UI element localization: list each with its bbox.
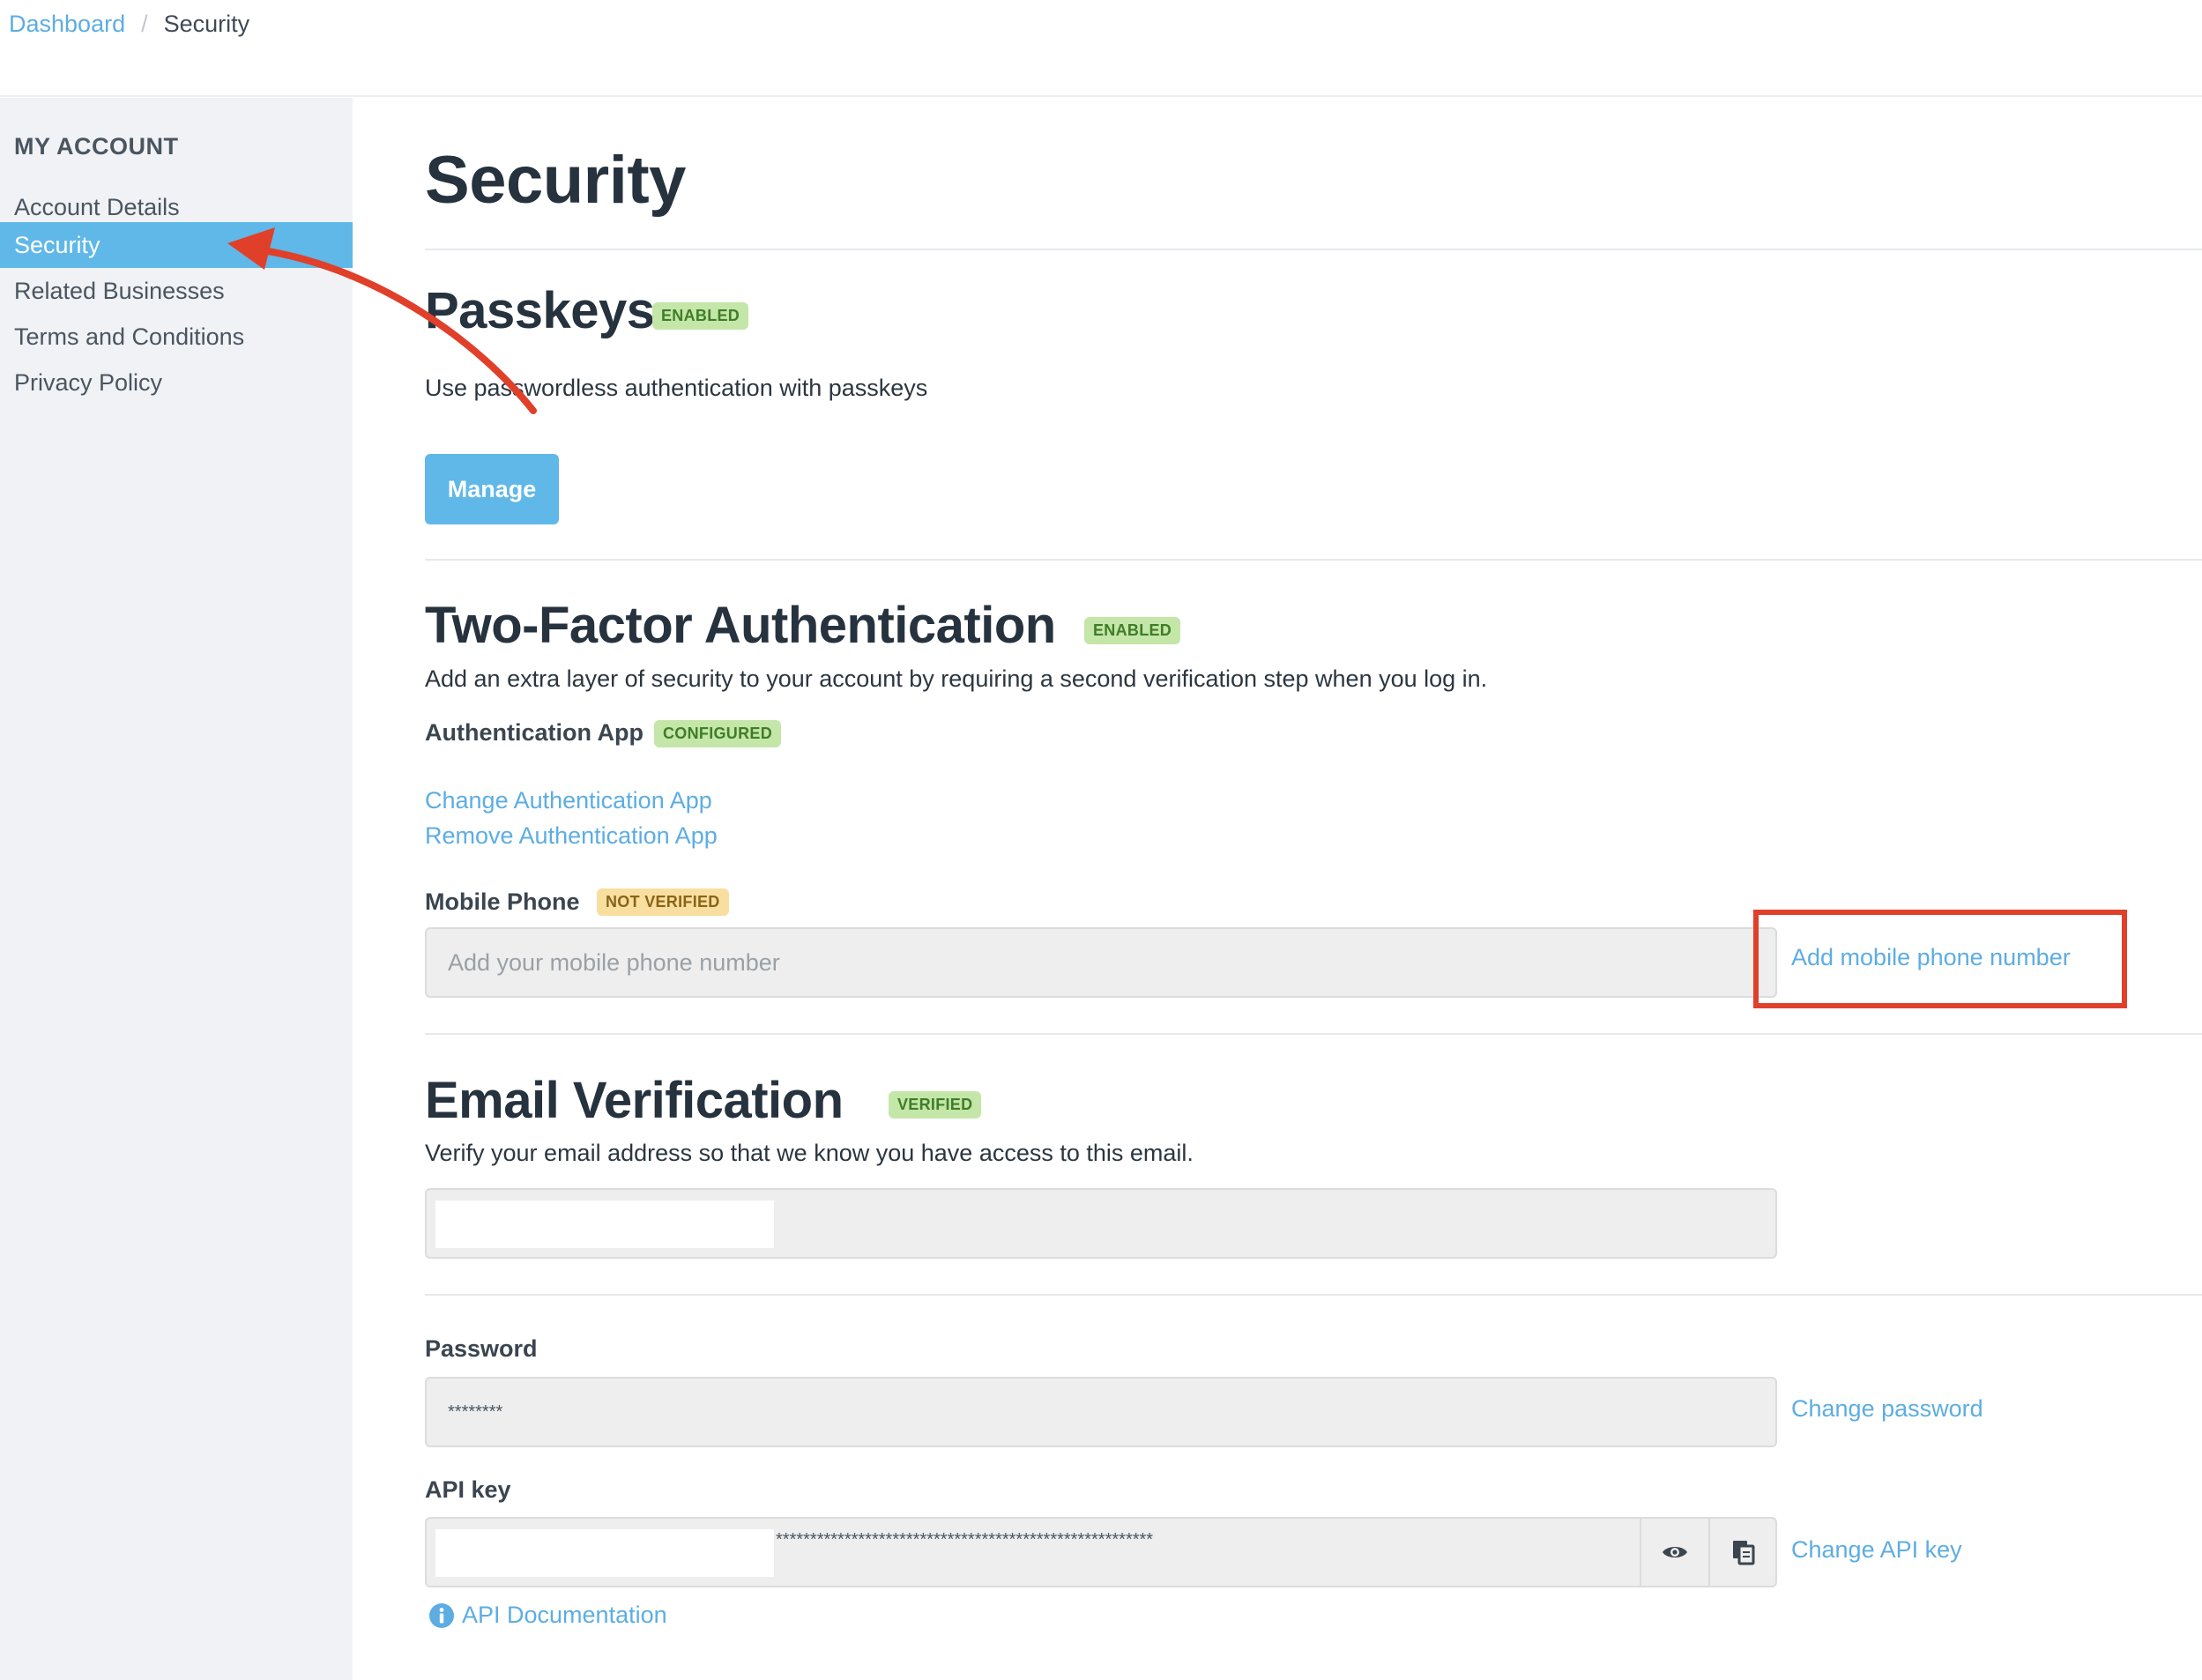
two-factor-description: Add an extra layer of security to your a… <box>425 665 1488 692</box>
eye-icon <box>1663 1547 1687 1557</box>
change-auth-app-link[interactable]: Change Authentication App <box>425 787 712 814</box>
password-value: ******** <box>448 1402 503 1422</box>
sidebar-heading: MY ACCOUNT <box>14 133 179 160</box>
page-title: Security <box>425 143 686 218</box>
two-factor-title: Two-Factor Authentication <box>425 597 1056 654</box>
breadcrumb-separator: / <box>141 11 148 37</box>
auth-app-status-badge: CONFIGURED <box>654 720 781 747</box>
breadcrumb-dashboard-link[interactable]: Dashboard <box>9 11 125 38</box>
mobile-phone-input[interactable] <box>448 929 1775 997</box>
api-key-label: API key <box>425 1476 511 1503</box>
change-api-key-link[interactable]: Change API key <box>1791 1536 1962 1564</box>
api-documentation-label: API Documentation <box>462 1602 667 1628</box>
sidebar-item-privacy[interactable]: Privacy Policy <box>0 360 353 405</box>
divider <box>425 249 2202 250</box>
top-bar: Dashboard / Security <box>0 0 2202 97</box>
email-field[interactable] <box>425 1188 1777 1259</box>
passkeys-status-badge: ENABLED <box>652 302 749 330</box>
passkeys-description: Use passwordless authentication with pas… <box>425 375 928 401</box>
api-key-masked-value: ****************************************… <box>776 1530 1154 1550</box>
copy-api-key-button[interactable] <box>1708 1519 1777 1586</box>
api-key-field[interactable]: ****************************************… <box>425 1517 1777 1587</box>
password-field[interactable]: ******** <box>425 1377 1777 1447</box>
divider <box>425 1033 2202 1035</box>
divider <box>425 559 2202 561</box>
email-verification-title: Email Verification <box>425 1072 844 1129</box>
annotation-highlight-box <box>1753 910 2127 1008</box>
password-label: Password <box>425 1335 538 1362</box>
breadcrumb-current: Security <box>163 11 250 37</box>
manage-passkeys-button[interactable]: Manage <box>425 454 559 524</box>
sidebar-item-related-businesses[interactable]: Related Businesses <box>0 268 353 314</box>
reveal-api-key-button[interactable] <box>1640 1519 1708 1586</box>
auth-app-label: Authentication App <box>425 719 643 746</box>
change-password-link[interactable]: Change password <box>1791 1395 1983 1423</box>
mobile-phone-status-badge: NOT VERIFIED <box>597 888 729 916</box>
passkeys-title: Passkeys <box>425 282 655 339</box>
two-factor-status-badge: ENABLED <box>1084 617 1181 644</box>
info-icon <box>429 1602 454 1628</box>
email-verification-status-badge: VERIFIED <box>889 1091 982 1119</box>
api-documentation-link[interactable]: API Documentation <box>428 1602 667 1629</box>
remove-auth-app-link[interactable]: Remove Authentication App <box>425 822 718 850</box>
sidebar: MY ACCOUNT Account Details Security Rela… <box>0 98 353 1680</box>
redacted-api-key-prefix <box>435 1529 774 1577</box>
sidebar-item-terms[interactable]: Terms and Conditions <box>0 314 353 360</box>
sidebar-item-security[interactable]: Security <box>0 222 353 268</box>
divider <box>425 1294 2202 1296</box>
copy-icon <box>1733 1541 1755 1565</box>
redacted-email <box>435 1201 774 1248</box>
breadcrumb: Dashboard / Security <box>9 11 249 38</box>
email-verification-description: Verify your email address so that we kno… <box>425 1140 1194 1166</box>
mobile-phone-field <box>425 927 1777 998</box>
mobile-phone-label: Mobile Phone <box>425 888 580 915</box>
